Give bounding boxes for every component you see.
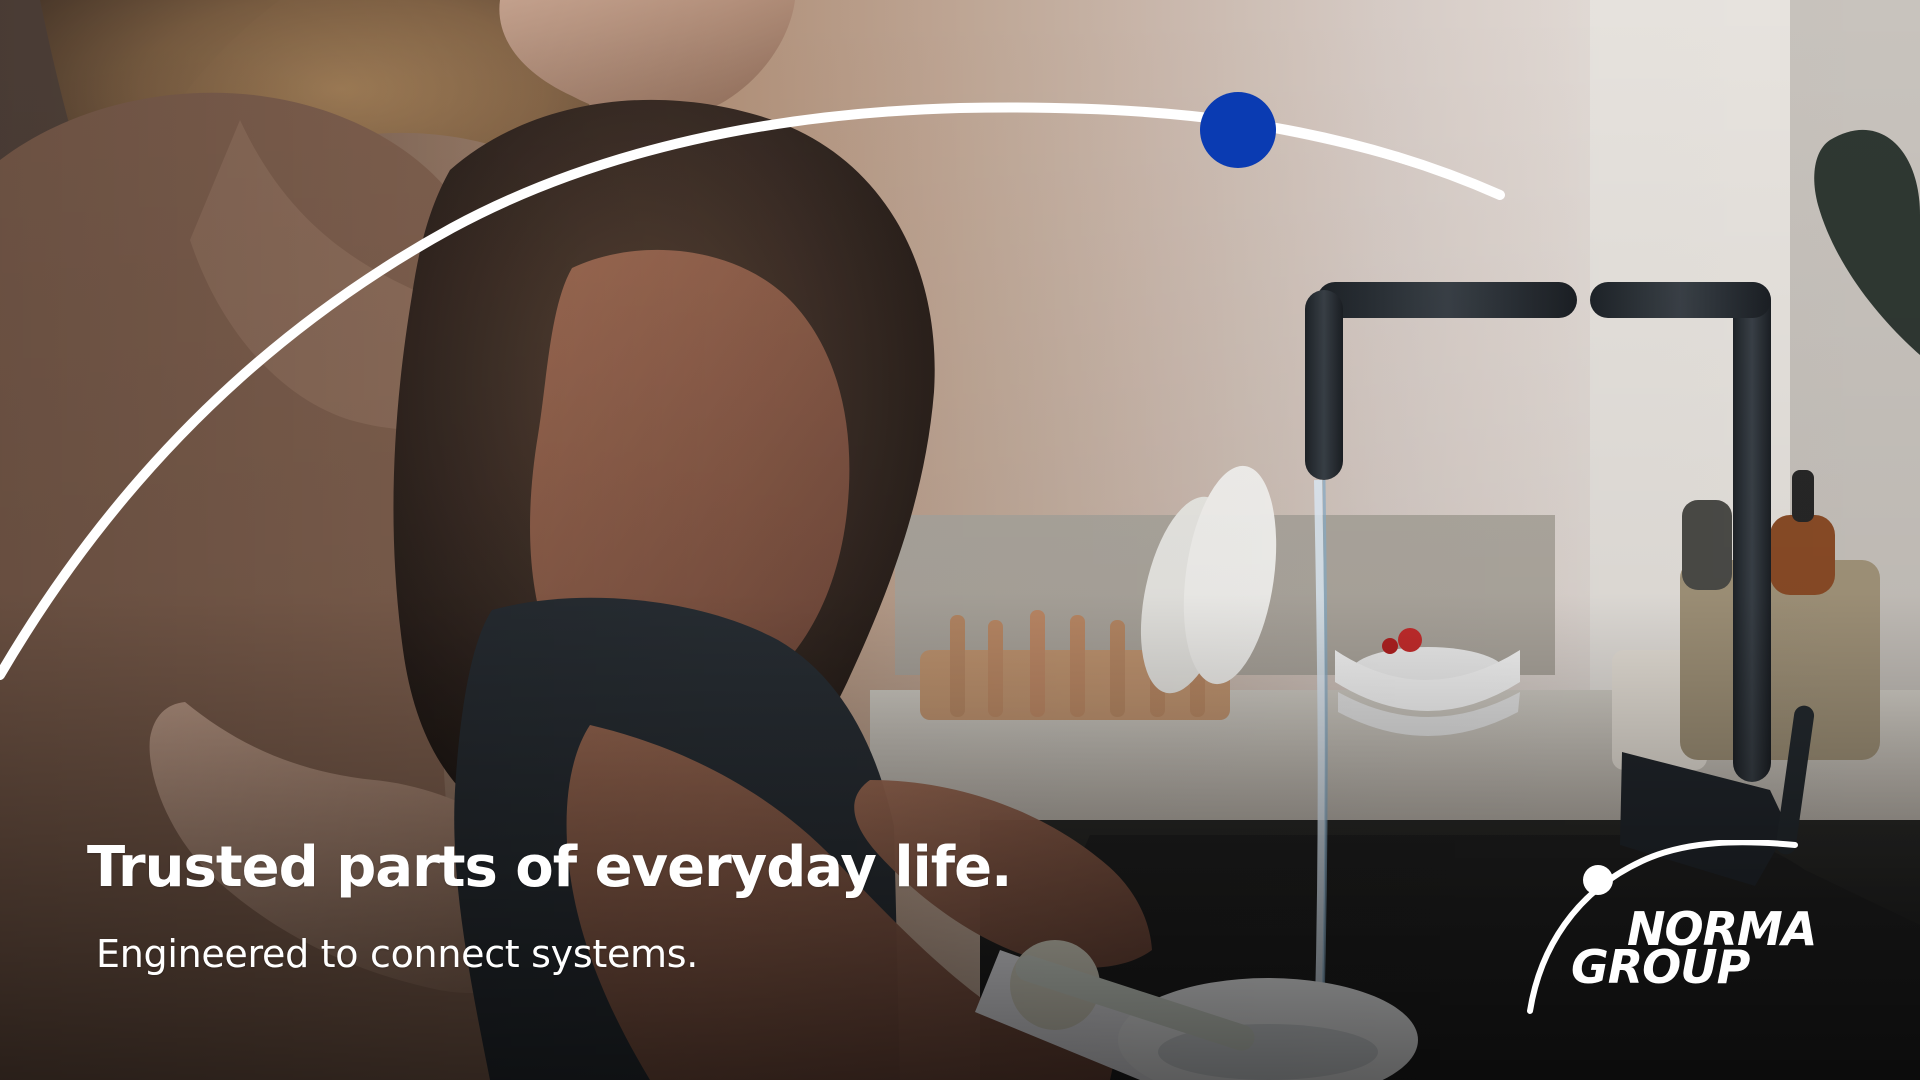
hero-subheadline: Engineered to connect systems. xyxy=(96,932,699,976)
blue-dot xyxy=(1200,92,1276,168)
hero-banner: Trusted parts of everyday life. Engineer… xyxy=(0,0,1920,1080)
norma-group-logo: NORMA GROUP xyxy=(1522,839,1874,1020)
logo-line-2: GROUP xyxy=(1571,940,1750,994)
hero-headline: Trusted parts of everyday life. xyxy=(87,835,1012,900)
